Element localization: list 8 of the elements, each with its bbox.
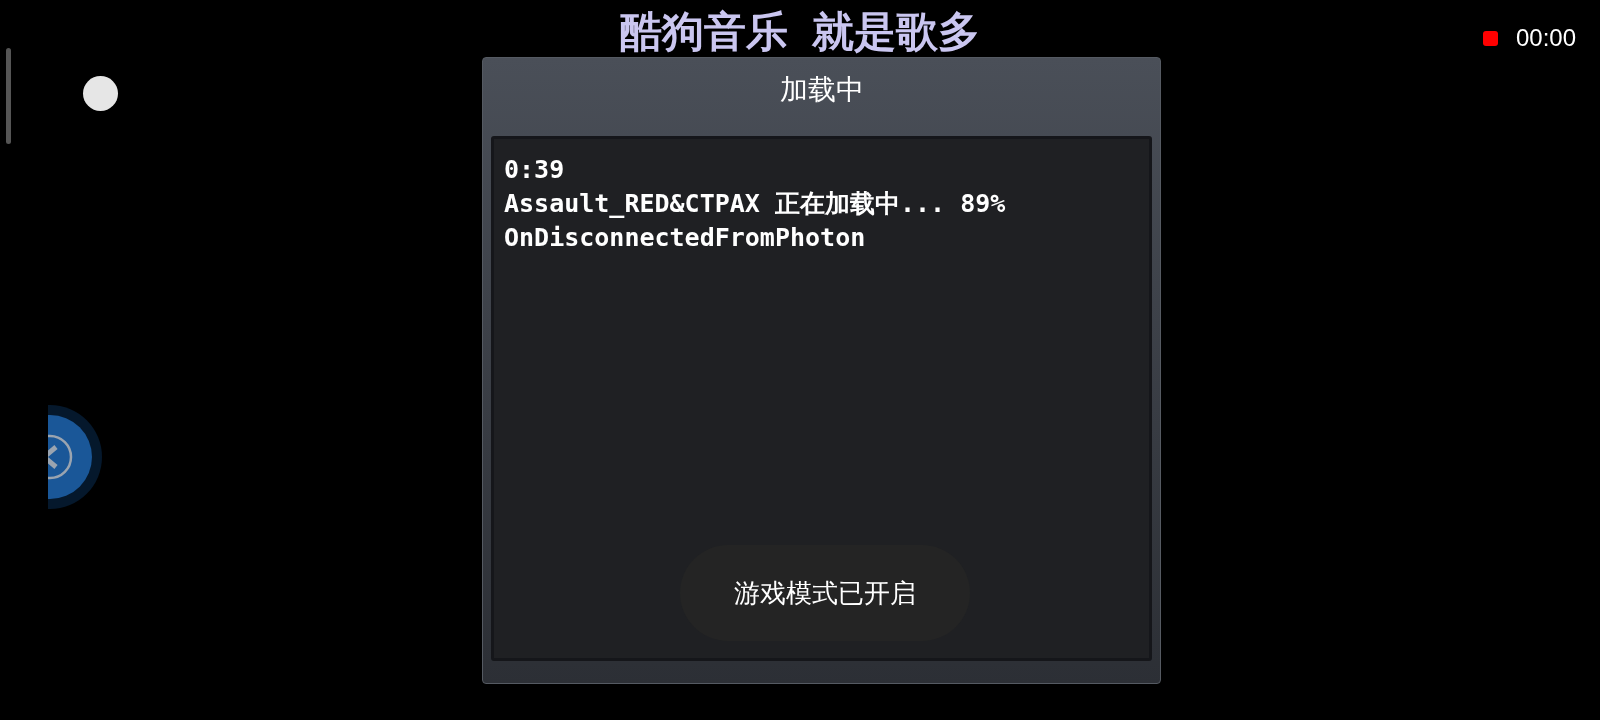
dialog-title: 加载中 (779, 73, 864, 107)
log-line: Assault_RED&CTPAX 正在加载中... 89% (504, 188, 1006, 220)
toast-message: 游戏模式已开启 (680, 545, 970, 641)
log-line: OnDisconnectedFromPhoton (504, 222, 866, 254)
banner-text: 酷狗音乐 就是歌多 (620, 7, 980, 57)
log-line: 0:39 (504, 154, 565, 186)
recording-time: 00:00 (1515, 23, 1576, 53)
recording-icon (1482, 30, 1498, 46)
